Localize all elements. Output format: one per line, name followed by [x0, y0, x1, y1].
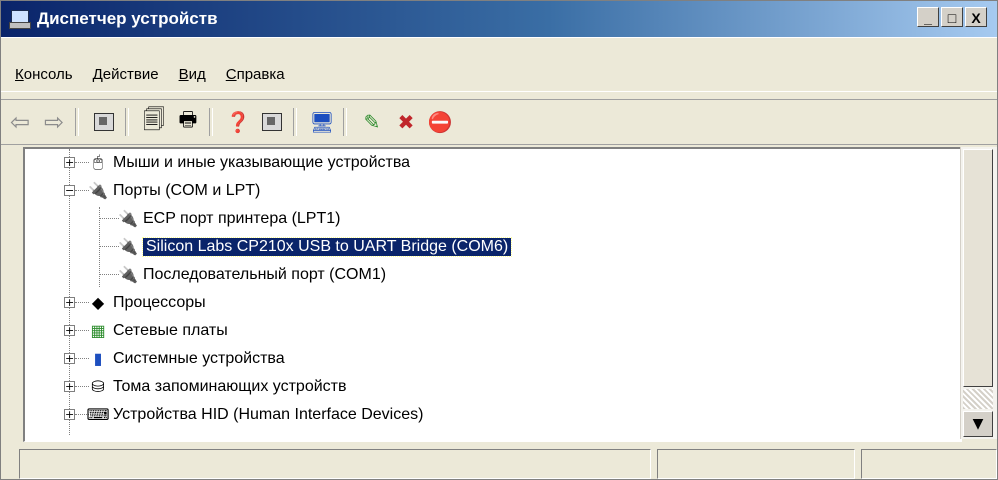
- tree-connector: [75, 302, 89, 303]
- forward-arrow-icon[interactable]: ⇨: [39, 107, 69, 137]
- expand-system-devices-button[interactable]: +: [64, 353, 75, 364]
- collapse-ports-button[interactable]: −: [64, 185, 75, 196]
- port-icon: 🔌: [118, 267, 138, 284]
- tree-item-label: Тома запоминающих устройств: [113, 378, 347, 395]
- maximize-button[interactable]: □: [941, 7, 963, 27]
- tree-connector: [99, 274, 119, 275]
- tree-connector: [75, 386, 89, 387]
- tree-item-serial-port[interactable]: 🔌 Последовательный порт (COM1): [118, 261, 387, 289]
- device-manager-window: Диспетчер устройств _ □ X Консоль Действ…: [0, 0, 998, 480]
- tree-item-ports[interactable]: 🔌 Порты (COM и LPT): [88, 177, 261, 205]
- tree-item-label: Мыши и иные указывающие устройства: [113, 154, 411, 171]
- device-tree[interactable]: + 🖱 Мыши и иные указывающие устройства −…: [23, 147, 962, 442]
- port-icon: 🔌: [88, 183, 108, 200]
- tree-item-label: ECP порт принтера (LPT1): [143, 210, 341, 227]
- tree-connector: [99, 246, 119, 247]
- tree-connector: [75, 190, 89, 191]
- toolbar-separator: [125, 108, 129, 136]
- menu-view[interactable]: Вид: [179, 66, 206, 83]
- back-arrow-icon[interactable]: ⇦: [5, 107, 35, 137]
- toolbar-separator: [343, 108, 347, 136]
- tree-item-system-devices[interactable]: ▮ Системные устройства: [89, 345, 285, 373]
- tree-connector: [99, 207, 100, 287]
- tree-item-label: Устройства HID (Human Interface Devices): [113, 406, 424, 423]
- mouse-icon: 🖱: [93, 154, 103, 171]
- vertical-scrollbar[interactable]: ▼: [960, 147, 997, 439]
- tree-item-label: Последовательный порт (COM1): [143, 266, 387, 283]
- tree-item-processors[interactable]: ◆ Процессоры: [89, 289, 206, 317]
- scroll-down-button[interactable]: ▼: [963, 411, 993, 437]
- port-icon: 🔌: [118, 211, 138, 228]
- tree-connector: [99, 218, 119, 219]
- expand-processors-button[interactable]: +: [64, 297, 75, 308]
- expand-storage-volumes-button[interactable]: +: [64, 381, 75, 392]
- tree-item-label: Сетевые платы: [113, 322, 228, 339]
- help-icon[interactable]: ❓: [223, 107, 253, 137]
- system-devices-icon: ▮: [93, 351, 103, 368]
- status-pane-tertiary: [861, 449, 997, 479]
- title-bar[interactable]: Диспетчер устройств _ □ X: [1, 1, 997, 37]
- toolbar-separator: [293, 108, 297, 136]
- minimize-button[interactable]: _: [917, 7, 939, 27]
- print-icon[interactable]: 🖶: [173, 107, 203, 137]
- scan-hardware-icon[interactable]: 🖥: [307, 107, 337, 137]
- scrollbar-track[interactable]: [963, 389, 993, 409]
- status-pane-secondary: [657, 449, 855, 479]
- show-hide-console-tree-icon[interactable]: [89, 107, 119, 137]
- tree-connector: [75, 358, 89, 359]
- disable-icon[interactable]: ⛔: [425, 107, 455, 137]
- tree-item-hid[interactable]: ⌨ Устройства HID (Human Interface Device…: [86, 401, 424, 429]
- tree-item-storage-volumes[interactable]: ⛁ Тома запоминающих устройств: [89, 373, 347, 401]
- close-button[interactable]: X: [965, 7, 987, 27]
- window-controls: _ □ X: [915, 7, 987, 27]
- scrollbar-thumb[interactable]: [963, 149, 993, 387]
- chevron-down-icon: ▼: [972, 416, 984, 432]
- tree-item-silicon-labs[interactable]: 🔌 Silicon Labs CP210x USB to UART Bridge…: [118, 233, 513, 261]
- toolbar-separator: [209, 108, 213, 136]
- status-pane-main: [19, 449, 651, 479]
- properties-icon[interactable]: 🗐: [139, 107, 169, 137]
- menu-console[interactable]: Консоль: [15, 66, 73, 83]
- tree-item-network-cards[interactable]: ▦ Сетевые платы: [89, 317, 228, 345]
- tree-item-label: Процессоры: [113, 294, 206, 311]
- menu-action[interactable]: Действие: [93, 66, 159, 83]
- show-hide-action-pane-icon[interactable]: [257, 107, 287, 137]
- tree-item-ecp-port[interactable]: 🔌 ECP порт принтера (LPT1): [118, 205, 341, 233]
- device-manager-icon: [9, 9, 31, 29]
- uninstall-icon[interactable]: ✖: [391, 107, 421, 137]
- processor-icon: ◆: [91, 295, 105, 312]
- expand-mice-button[interactable]: +: [64, 157, 75, 168]
- update-driver-icon[interactable]: ✎: [357, 107, 387, 137]
- tree-item-mice[interactable]: 🖱 Мыши и иные указывающие устройства: [89, 149, 410, 177]
- tree-item-label: Порты (COM и LPT): [113, 182, 261, 199]
- tree-item-label: Silicon Labs CP210x USB to UART Bridge (…: [141, 237, 513, 257]
- toolbar: ⇦ ⇨ 🗐 🖶 ❓ 🖥 ✎ ✖ ⛔: [1, 99, 997, 145]
- expand-hid-button[interactable]: +: [64, 409, 75, 420]
- port-icon: 🔌: [118, 239, 138, 256]
- menu-help[interactable]: Справка: [226, 66, 285, 83]
- menu-bar: Консоль Действие Вид Справка: [1, 37, 997, 92]
- tree-connector: [75, 330, 89, 331]
- network-card-icon: ▦: [90, 323, 106, 340]
- toolbar-separator: [75, 108, 79, 136]
- status-bar: [1, 445, 997, 479]
- hid-icon: ⌨: [86, 407, 110, 424]
- expand-network-button[interactable]: +: [64, 325, 75, 336]
- tree-item-label: Системные устройства: [113, 350, 285, 367]
- window-title: Диспетчер устройств: [37, 9, 218, 28]
- tree-connector: [75, 162, 89, 163]
- storage-volumes-icon: ⛁: [91, 379, 105, 396]
